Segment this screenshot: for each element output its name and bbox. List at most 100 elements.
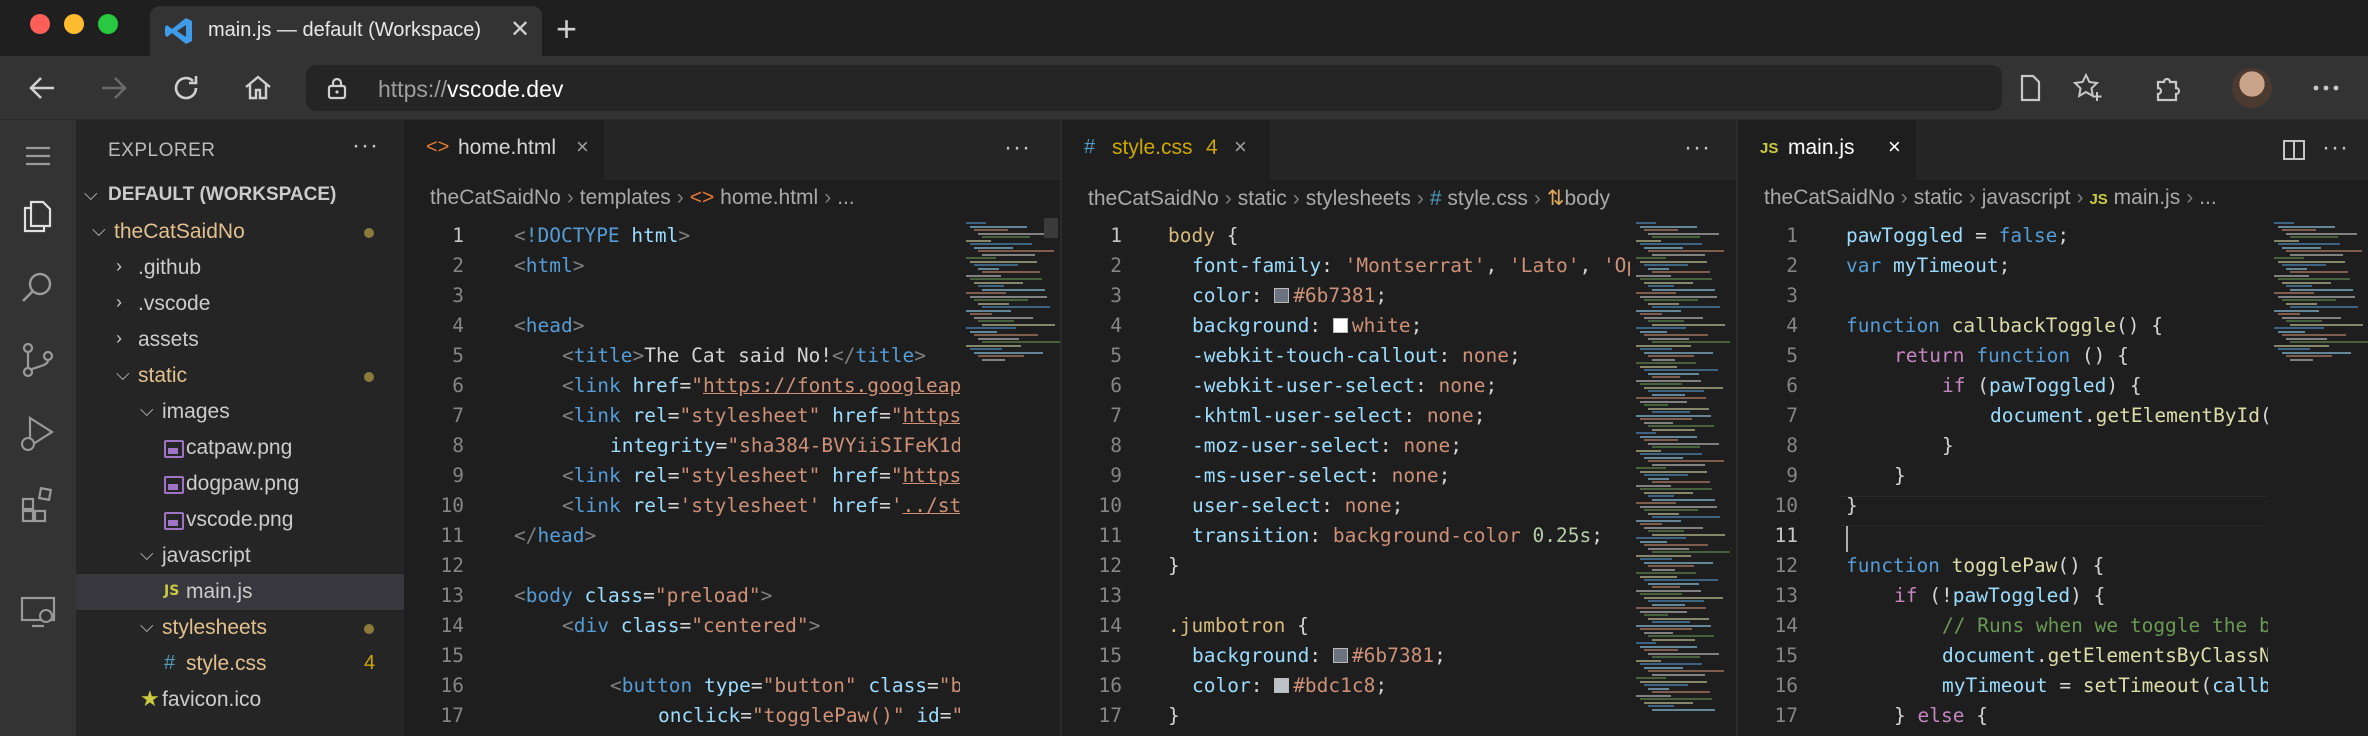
tree-item[interactable]: ⌵ theCatSaidNo [76, 214, 404, 250]
menu-icon[interactable] [16, 134, 60, 178]
tree-item[interactable]: # style.css 4 [76, 646, 404, 682]
tree-item[interactable]: ⌵ javascript [76, 538, 404, 574]
profile-avatar[interactable] [2232, 68, 2272, 108]
breadcrumb-item[interactable]: theCatSaidNo [1764, 186, 1895, 209]
minimize-window-button[interactable] [64, 14, 84, 34]
extensions-view-icon[interactable] [16, 482, 60, 526]
close-icon[interactable]: × [1888, 134, 1901, 160]
minimap-line [2282, 281, 2331, 284]
color-swatch[interactable] [1274, 288, 1290, 303]
tree-item-label: favicon.ico [162, 688, 262, 711]
breadcrumb-item[interactable]: style.css [1447, 187, 1528, 210]
tree-item[interactable]: JS main.js [76, 574, 404, 610]
minimap-line [2274, 257, 2304, 259]
split-editor-icon[interactable] [2282, 138, 2306, 162]
maximize-window-button[interactable] [98, 14, 118, 34]
minimap-line [1652, 551, 1730, 553]
color-swatch[interactable] [1332, 318, 1348, 333]
tree-item[interactable]: vscode.png [76, 502, 404, 538]
group-more-actions[interactable]: ··· [1004, 134, 1031, 162]
tab-main-js[interactable]: JS main.js × [1738, 120, 1916, 180]
minimap-line [1640, 295, 1717, 298]
breadcrumb-item[interactable]: theCatSaidNo [1088, 187, 1219, 210]
back-icon[interactable] [24, 70, 60, 106]
tree-item[interactable]: ⌵ stylesheets [76, 610, 404, 646]
workspace-header[interactable]: ⌵ DEFAULT (WORKSPACE) [76, 178, 404, 214]
breadcrumb-item[interactable]: body [1564, 187, 1610, 210]
breadcrumb-item[interactable]: stylesheets [1306, 187, 1411, 210]
breadcrumb-item[interactable]: ... [837, 186, 855, 209]
tree-item[interactable]: ⌵ images [76, 394, 404, 430]
minimap-line [1640, 470, 1707, 473]
minimap-line [970, 295, 1047, 298]
minimap-line [982, 358, 1005, 361]
lock-icon[interactable] [326, 76, 348, 100]
new-tab-button[interactable]: + [556, 8, 577, 50]
minimap-line [966, 257, 996, 259]
tree-item[interactable]: ⌵ static [76, 358, 404, 394]
tab-style-css[interactable]: # style.css 4 × [1062, 120, 1270, 180]
group-more-actions[interactable]: ··· [1684, 134, 1711, 162]
tree-item[interactable]: › .github [76, 250, 404, 286]
add-favorite-icon[interactable] [2070, 70, 2106, 106]
source-control-icon[interactable] [16, 338, 60, 382]
browser-menu-icon[interactable] [2308, 70, 2344, 106]
explorer-icon[interactable] [16, 194, 60, 238]
run-debug-icon[interactable] [16, 410, 60, 454]
forward-icon[interactable] [96, 70, 132, 106]
minimap-line [1648, 355, 1694, 357]
extensions-icon[interactable] [2150, 70, 2186, 106]
minimap-line [1644, 544, 1708, 546]
close-icon[interactable]: × [1234, 134, 1247, 160]
tree-item[interactable]: ★ favicon.ico [76, 682, 404, 718]
tree-item[interactable]: › .vscode [76, 286, 404, 322]
color-swatch[interactable] [1274, 678, 1290, 693]
minimap-line [974, 229, 1008, 231]
tree-item[interactable]: catpaw.png [76, 430, 404, 466]
chevron-right-icon: › [116, 256, 122, 276]
remote-explorer-icon[interactable] [16, 590, 60, 634]
minimap-line [1648, 477, 1669, 480]
search-icon[interactable] [16, 266, 60, 310]
breadcrumb-item[interactable]: templates [580, 186, 671, 209]
close-window-button[interactable] [30, 14, 50, 34]
breadcrumb-item[interactable]: static [1238, 187, 1287, 210]
editor-group-main-js: JS main.js × ··· theCatSaidNo › static › jav… [1738, 120, 2368, 736]
minimap-line [1636, 484, 1671, 487]
minimap-line [2278, 225, 2335, 228]
address-bar[interactable]: https://vscode.dev [306, 65, 2002, 111]
breadcrumb-item[interactable]: javascript [1982, 186, 2071, 209]
browser-tab-active[interactable]: main.js — default (Workspace) ✕ [150, 6, 542, 56]
reload-icon[interactable] [168, 70, 204, 106]
close-tab-icon[interactable]: ✕ [505, 15, 535, 44]
vertical-scrollbar[interactable] [1044, 218, 1058, 238]
tree-item[interactable]: dogpaw.png [76, 466, 404, 502]
html-file-icon: <> [426, 136, 450, 158]
breadcrumb-item[interactable]: home.html [720, 186, 818, 209]
explorer-more-actions[interactable]: ··· [352, 132, 379, 160]
minimap-line [1636, 572, 1696, 574]
breadcrumb-item[interactable]: theCatSaidNo [430, 186, 561, 209]
tabs-bar: JS main.js × ··· [1738, 120, 2368, 180]
minimap[interactable] [960, 218, 1060, 736]
tree-item[interactable]: › assets [76, 322, 404, 358]
vscode-logo-icon [165, 18, 192, 44]
tree-item-label: images [162, 400, 230, 423]
color-swatch[interactable] [1332, 648, 1348, 663]
minimap[interactable] [1630, 218, 1736, 736]
minimap[interactable] [2268, 218, 2368, 736]
breadcrumb-item[interactable]: static [1914, 186, 1963, 209]
tab-home-html[interactable]: <> home.html × [404, 120, 604, 180]
close-icon[interactable]: × [576, 134, 589, 160]
minimap-line [2274, 344, 2329, 347]
home-icon[interactable] [240, 70, 276, 106]
minimap-line [1648, 425, 1714, 427]
group-more-actions[interactable]: ··· [2322, 134, 2349, 162]
reader-view-icon[interactable] [2012, 70, 2048, 106]
minimap-line [1644, 649, 1678, 651]
minimap-line [1640, 400, 1687, 403]
breadcrumb-item[interactable]: main.js [2114, 186, 2181, 209]
minimap-line [2290, 253, 2343, 256]
minimap-line [966, 344, 1021, 347]
breadcrumb-item[interactable]: ... [2199, 186, 2217, 209]
